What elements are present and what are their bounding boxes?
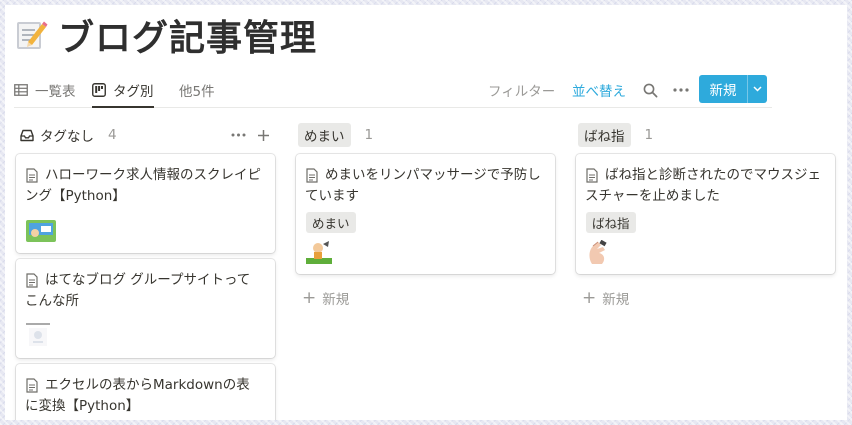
more-options-button[interactable] — [673, 73, 689, 107]
column-count: 1 — [644, 127, 654, 143]
board-card[interactable]: はてなブログ グループサイトってこんな所 — [16, 259, 275, 358]
inbox-icon — [20, 129, 34, 141]
column-tag-pill: ばね指 — [578, 123, 631, 147]
new-card-label: 新規 — [322, 292, 350, 308]
new-page-label: 新規 — [709, 83, 737, 99]
card-title: はてなブログ グループサイトってこんな所 — [25, 272, 251, 309]
card-title: ばね指と診断されたのでマウスジェスチャーを止めました — [585, 167, 821, 204]
board-card[interactable]: ハローワーク求人情報のスクレイピング【Python】 — [16, 154, 275, 253]
more-icon — [231, 133, 246, 137]
tab-board-label: タグ別 — [113, 84, 154, 100]
filter-label: フィルター — [488, 84, 556, 100]
plus-icon: + — [302, 287, 317, 308]
column-header-memai: めまい 1 — [298, 123, 373, 147]
tab-table-view[interactable]: 一覧表 — [14, 73, 76, 107]
column-new-card-button[interactable]: + 新規 — [302, 288, 349, 308]
board-icon — [92, 83, 106, 97]
tag-badge: めまい — [306, 212, 356, 233]
search-button[interactable] — [643, 73, 658, 107]
plus-icon — [258, 129, 269, 141]
column-label: タグなし — [40, 129, 94, 145]
column-add-button[interactable] — [257, 123, 270, 147]
new-options-dropdown[interactable] — [748, 86, 767, 92]
board-card[interactable]: エクセルの表からMarkdownの表に変換【Python】 — [16, 364, 275, 420]
column-count: 4 — [108, 127, 117, 143]
search-icon — [643, 83, 658, 97]
view-toolbar: 一覧表 タグ別 他5件 フィルター 並べ替え — [14, 73, 772, 108]
card-title: めまいをリンパマッサージで予防しています — [305, 167, 541, 204]
tag-badge: ばね指 — [586, 212, 636, 233]
more-views-label: 他5件 — [179, 84, 215, 100]
page-frame: ブログ記事管理 一覧表 タグ別 他5件 フィルター 並べ替え 新規 タグなし 4… — [5, 5, 847, 420]
sort-button[interactable]: 並べ替え — [572, 73, 626, 107]
table-icon — [14, 84, 28, 96]
board-card[interactable]: めまいをリンパマッサージで予防しています めまい — [296, 154, 555, 274]
tab-table-label: 一覧表 — [35, 84, 76, 100]
card-thumbnail — [589, 240, 607, 264]
sort-label: 並べ替え — [572, 84, 626, 100]
plus-icon: + — [582, 287, 597, 308]
filter-button[interactable]: フィルター — [488, 73, 555, 107]
board-card[interactable]: ばね指と診断されたのでマウスジェスチャーを止めました ばね指 — [576, 154, 835, 274]
column-header-banezubi: ばね指 1 — [578, 123, 653, 147]
column-new-card-button[interactable]: + 新規 — [582, 288, 629, 308]
chevron-down-icon — [753, 86, 762, 92]
card-thumbnail — [26, 323, 50, 346]
more-views-button[interactable]: 他5件 — [179, 73, 215, 107]
tab-board-view[interactable]: タグ別 — [92, 73, 154, 108]
page-header: ブログ記事管理 — [14, 10, 317, 60]
column-tag-pill: めまい — [298, 123, 351, 147]
new-card-label: 新規 — [602, 292, 630, 308]
page-title: ブログ記事管理 — [58, 18, 318, 59]
column-count: 1 — [364, 127, 374, 143]
card-title: ハローワーク求人情報のスクレイピング【Python】 — [25, 167, 261, 204]
card-thumbnail — [26, 220, 56, 242]
column-more-button[interactable] — [231, 123, 246, 147]
column-header-untagged: タグなし 4 — [20, 123, 117, 147]
new-page-button[interactable]: 新規 — [699, 75, 767, 103]
card-title: エクセルの表からMarkdownの表に変換【Python】 — [25, 377, 250, 414]
memo-icon[interactable] — [14, 18, 48, 52]
card-thumbnail — [306, 241, 332, 264]
more-icon — [673, 88, 689, 92]
